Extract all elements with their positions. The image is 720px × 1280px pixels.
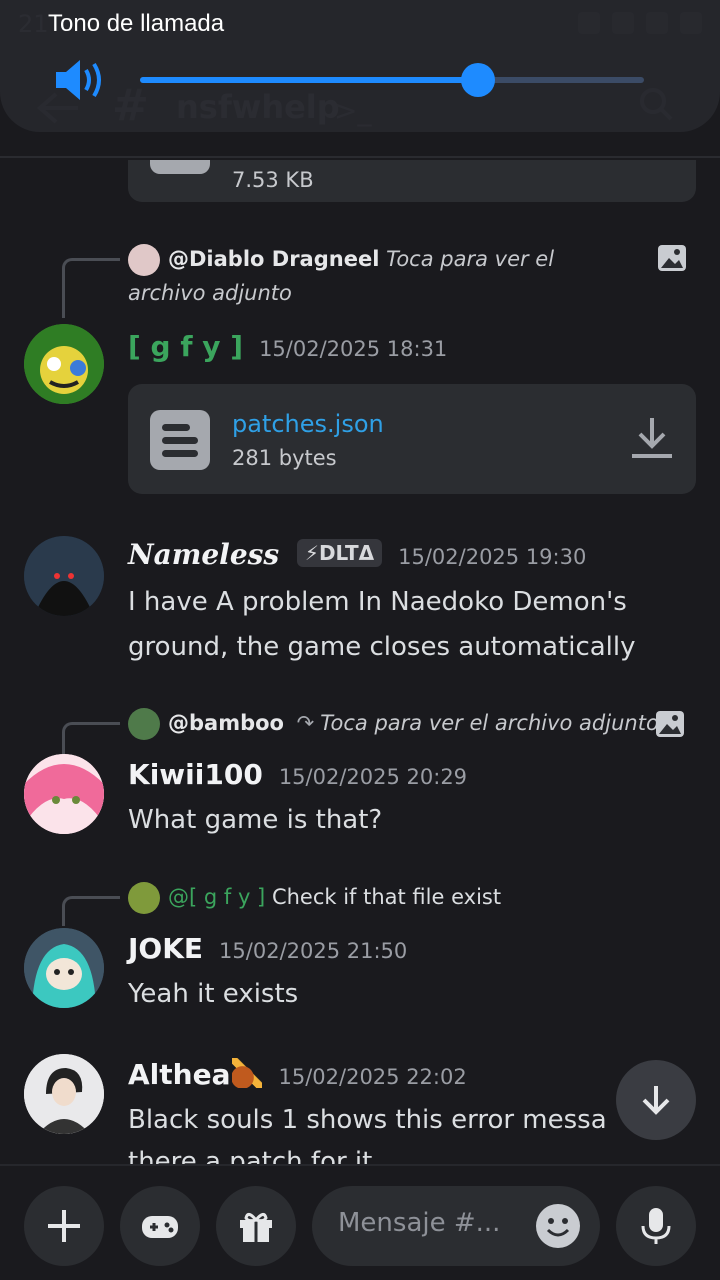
role-badge[interactable]: ⚡DLTΔ — [296, 539, 383, 567]
reply-text: Toca para ver el archivo adjunto — [320, 711, 659, 735]
author-name[interactable]: [ g f y ] — [128, 330, 243, 363]
message-input[interactable]: Mensaje #... — [312, 1186, 600, 1266]
volume-label: Tono de llamada — [48, 10, 225, 37]
reply-preview[interactable]: @bamboo ↷ Toca para ver el archivo adjunt… — [128, 706, 659, 740]
forward-icon: ↷ — [296, 711, 315, 735]
volume-thumb[interactable] — [460, 63, 495, 97]
file-icon — [150, 410, 210, 470]
message-header: Althea 15/02/2025 22:02 — [128, 1058, 467, 1091]
comet-emoji-icon — [232, 1058, 263, 1088]
reply-avatar — [128, 708, 160, 740]
message-composer: Mensaje #... — [0, 1164, 720, 1280]
message-placeholder: Mensaje #... — [338, 1208, 501, 1238]
timestamp: 15/02/2025 18:31 — [259, 337, 448, 361]
reply-connector — [62, 258, 120, 318]
file-attachment[interactable]: patches.json 281 bytes — [128, 384, 696, 494]
message-list: 7.53 KB @Diablo Dragneel Toca para ver e… — [0, 160, 720, 1164]
file-icon — [150, 160, 210, 174]
file-size: 281 bytes — [232, 446, 337, 470]
image-icon — [658, 245, 686, 271]
volume-panel: Tono de llamada — [0, 0, 720, 132]
volume-fill — [140, 77, 478, 83]
gamepad-icon — [142, 1216, 178, 1238]
voice-button[interactable] — [616, 1186, 696, 1266]
reply-connector — [62, 722, 120, 756]
message-header: JOKE 15/02/2025 21:50 — [128, 932, 407, 965]
reply-text: Check if that file exist — [271, 885, 502, 909]
reply-preview[interactable]: @[ g f y ] Check if that file exist — [128, 880, 501, 914]
jump-to-bottom-button[interactable] — [616, 1060, 696, 1140]
reply-connector — [62, 896, 120, 926]
message-header: [ g f y ] 15/02/2025 18:31 — [128, 330, 447, 363]
file-size: 7.53 KB — [232, 168, 314, 192]
author-name[interactable]: JOKE — [128, 932, 203, 965]
gift-button[interactable] — [216, 1186, 296, 1266]
message-header: Kiwii100 15/02/2025 20:29 — [128, 758, 467, 791]
reply-author: @[ g f y ] — [168, 885, 266, 909]
reply-avatar — [128, 244, 160, 276]
reply-preview[interactable]: @Diablo Dragneel Toca para ver el archiv… — [128, 242, 618, 310]
gift-icon — [240, 1213, 272, 1242]
timestamp: 15/02/2025 19:30 — [398, 545, 587, 569]
plus-icon — [48, 1210, 80, 1242]
add-button[interactable] — [24, 1186, 104, 1266]
reply-author: @bamboo — [168, 711, 284, 735]
timestamp: 15/02/2025 21:50 — [219, 939, 408, 963]
author-name[interactable]: Nameless — [128, 538, 279, 571]
microphone-icon — [641, 1208, 671, 1244]
message-text: What game is that? — [128, 805, 383, 835]
file-attachment[interactable]: 7.53 KB — [128, 160, 696, 202]
download-icon[interactable] — [632, 416, 672, 460]
emoji-icon[interactable] — [536, 1204, 580, 1248]
avatar[interactable] — [24, 536, 104, 616]
message-text: Black souls 1 shows this error messa — [128, 1105, 607, 1135]
author-name[interactable]: Kiwii100 — [128, 758, 263, 791]
avatar[interactable] — [24, 1054, 104, 1134]
timestamp: 15/02/2025 20:29 — [278, 765, 468, 789]
file-name[interactable]: patches.json — [232, 410, 384, 438]
reply-author: @Diablo Dragneel — [168, 247, 380, 271]
message-text-continued: there a patch for it — [128, 1147, 373, 1164]
avatar[interactable] — [24, 928, 104, 1008]
timestamp: 15/02/2025 22:02 — [278, 1065, 467, 1089]
avatar[interactable] — [24, 324, 104, 404]
message-text: Yeah it exists — [128, 979, 299, 1009]
speaker-icon[interactable] — [52, 56, 108, 104]
message-header: Nameless ⚡DLTΔ 15/02/2025 19:30 — [128, 538, 586, 571]
volume-slider[interactable] — [140, 63, 644, 97]
message-text: I have A problem In Naedoko Demon's grou… — [128, 587, 636, 662]
avatar[interactable] — [24, 754, 104, 834]
reply-avatar — [128, 882, 160, 914]
image-icon — [656, 711, 684, 737]
activities-button[interactable] — [120, 1186, 200, 1266]
arrow-down-icon — [642, 1086, 670, 1115]
author-name[interactable]: Althea — [128, 1058, 230, 1091]
